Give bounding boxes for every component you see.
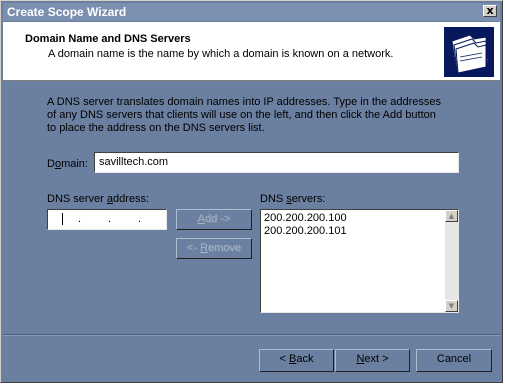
list-item[interactable]: 200.200.200.101 xyxy=(264,225,347,237)
text-caret xyxy=(62,213,63,225)
scroll-up-arrow-icon[interactable]: ▲ xyxy=(445,210,458,222)
title-bar[interactable]: Create Scope Wizard x xyxy=(3,3,500,21)
cancel-button[interactable]: Cancel xyxy=(416,349,492,372)
close-icon: x xyxy=(486,4,494,17)
remove-button[interactable]: <- Remove xyxy=(176,238,252,259)
domain-value: savilltech.com xyxy=(99,156,169,168)
folders-icon xyxy=(444,27,494,77)
footer-separator xyxy=(3,334,500,336)
dns-address-ip-input[interactable]: . . . xyxy=(47,209,167,230)
create-scope-wizard-window: Create Scope Wizard x Domain Name and DN… xyxy=(0,0,503,383)
ip-octet-separator: . xyxy=(78,213,82,225)
add-button[interactable]: Add -> xyxy=(176,209,252,230)
close-button[interactable]: x xyxy=(483,5,497,17)
dns-servers-list[interactable]: 200.200.200.100 200.200.200.101 ▲ ▼ xyxy=(260,209,459,313)
window-title: Create Scope Wizard xyxy=(7,5,127,19)
wizard-header: Domain Name and DNS Servers A domain nam… xyxy=(3,22,500,81)
next-button[interactable]: Next > xyxy=(335,349,410,372)
domain-field[interactable]: savilltech.com xyxy=(94,152,459,173)
page-title: Domain Name and DNS Servers xyxy=(25,33,191,45)
vertical-scrollbar[interactable]: ▲ ▼ xyxy=(445,210,458,312)
dns-servers-label: DNS servers: xyxy=(260,193,326,205)
page-subtitle: A domain name is the name by which a dom… xyxy=(48,48,394,60)
list-item[interactable]: 200.200.200.100 xyxy=(264,212,347,224)
ip-octet-separator: . xyxy=(108,213,112,225)
back-button[interactable]: < Back xyxy=(259,349,334,372)
scroll-down-arrow-icon[interactable]: ▼ xyxy=(445,300,458,312)
intro-text: A DNS server translates domain names int… xyxy=(47,96,441,134)
ip-octet-separator: . xyxy=(138,213,142,225)
dns-address-label: DNS server address: xyxy=(47,193,150,205)
domain-label: Domain: xyxy=(47,158,88,170)
